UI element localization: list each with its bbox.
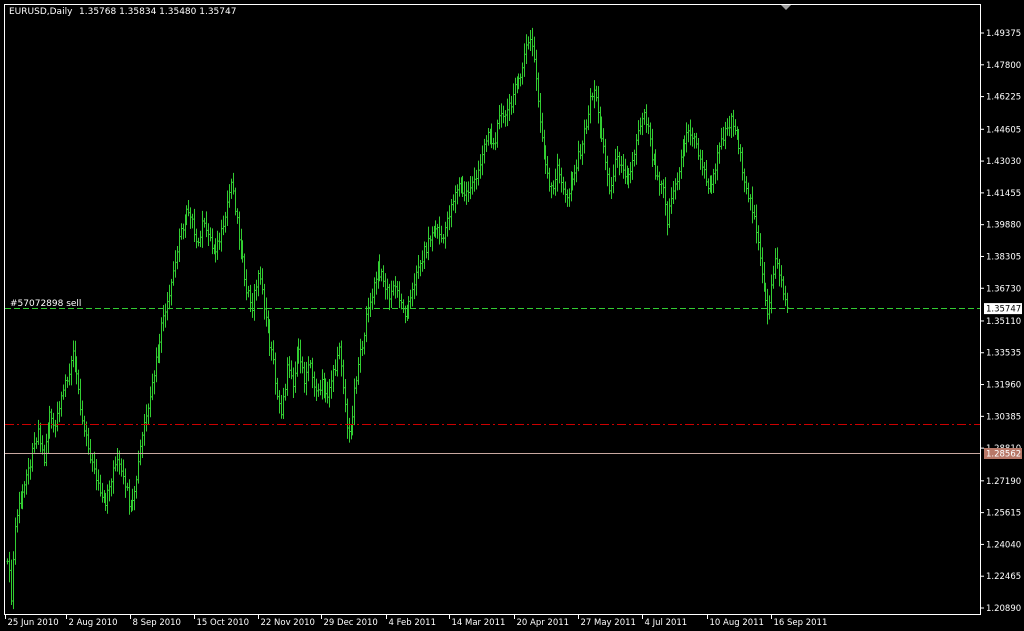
price-tick-label: 1.27190 (986, 477, 1021, 487)
price-tick-label: 1.24040 (986, 540, 1021, 550)
time-tick-label: 22 Nov 2010 (261, 618, 315, 628)
price-tick-label: 1.31960 (986, 381, 1021, 391)
time-tick-label: 2 Aug 2010 (69, 618, 118, 628)
price-tick-label: 1.22465 (986, 572, 1021, 582)
chart-canvas[interactable]: EURUSD,Daily 1.35768 1.35834 1.35480 1.3… (0, 0, 1024, 631)
time-tick-label: 15 Oct 2010 (197, 618, 250, 628)
price-tick-label: 1.47800 (986, 61, 1021, 71)
price-tick-label: 1.35110 (986, 317, 1021, 327)
time-tick-label: 4 Jul 2011 (645, 618, 688, 628)
time-tick-label: 20 Apr 2011 (517, 618, 570, 628)
price-tick-label: 1.38305 (986, 252, 1021, 262)
time-tick-label: 14 Mar 2011 (452, 618, 506, 628)
price-tick-label: 1.44605 (986, 125, 1021, 135)
time-tick-label: 10 Aug 2011 (710, 618, 764, 628)
price-tick-label: 1.33535 (986, 349, 1021, 359)
level-price-label: 1.28562 (986, 450, 1021, 460)
price-tick-label: 1.43030 (986, 157, 1021, 167)
time-tick-label: 27 May 2011 (581, 618, 636, 628)
price-tick-label: 1.36730 (986, 284, 1021, 294)
chart-window[interactable]: EURUSD,Daily 1.35768 1.35834 1.35480 1.3… (0, 0, 1024, 631)
time-tick-label: 16 Sep 2011 (774, 618, 828, 628)
price-tick-label: 1.20890 (986, 604, 1021, 614)
time-tick-label: 8 Sep 2010 (133, 618, 181, 628)
price-tick-label: 1.49375 (986, 29, 1021, 39)
ohlc-values: 1.35768 1.35834 1.35480 1.35747 (79, 7, 236, 17)
order-line-label[interactable]: #57072898 sell (10, 299, 81, 309)
price-tick-label: 1.30385 (986, 412, 1021, 422)
price-tick-label: 1.39880 (986, 221, 1021, 231)
time-tick-label: 4 Feb 2011 (389, 618, 437, 628)
time-tick-label: 25 Jun 2010 (8, 618, 59, 628)
time-tick-label: 29 Dec 2010 (324, 618, 378, 628)
price-tick-label: 1.25615 (986, 509, 1021, 519)
price-tick-label: 1.41455 (986, 189, 1021, 199)
price-tick-label: 1.46225 (986, 93, 1021, 103)
current-price-label: 1.35747 (986, 305, 1021, 315)
symbol-label: EURUSD,Daily (9, 7, 73, 17)
